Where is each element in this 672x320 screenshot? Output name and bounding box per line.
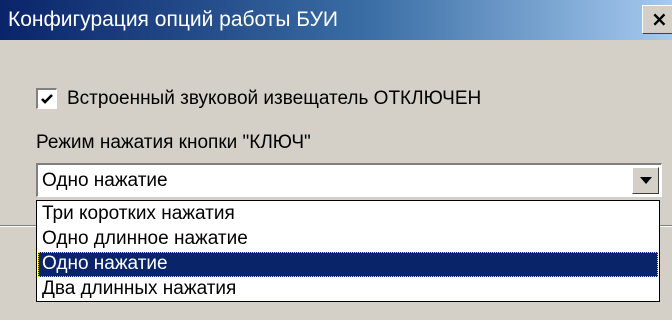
key-mode-current-value[interactable]: Одно нажатие [42, 168, 168, 194]
check-icon [41, 94, 53, 104]
chevron-down-icon [640, 177, 652, 184]
dialog-bottom-area [0, 312, 672, 320]
buzzer-disabled-label[interactable]: Встроенный звуковой извещатель ОТКЛЮЧЕН [67, 86, 481, 112]
options-dialog: Конфигурация опций работы БУИ × Встроенн… [0, 0, 672, 320]
key-mode-option[interactable]: Два длинных нажатия [38, 277, 658, 302]
key-mode-option[interactable]: Одно длинное нажатие [38, 227, 658, 252]
title-bar[interactable]: Конфигурация опций работы БУИ × [0, 0, 672, 40]
key-mode-label: Режим нажатия кнопки "КЛЮЧ" [36, 132, 311, 153]
key-mode-dropdown-list[interactable]: Три коротких нажатия Одно длинное нажати… [36, 200, 660, 302]
key-mode-select[interactable]: Одно нажатие [36, 163, 662, 197]
key-mode-option[interactable]: Три коротких нажатия [38, 202, 658, 227]
close-button[interactable]: × [642, 5, 672, 34]
window-title: Конфигурация опций работы БУИ [8, 8, 339, 31]
close-icon: × [651, 7, 668, 31]
key-mode-option-selected[interactable]: Одно нажатие [38, 252, 658, 277]
key-mode-dropdown-button[interactable] [632, 167, 659, 194]
buzzer-disabled-checkbox[interactable] [36, 88, 57, 109]
